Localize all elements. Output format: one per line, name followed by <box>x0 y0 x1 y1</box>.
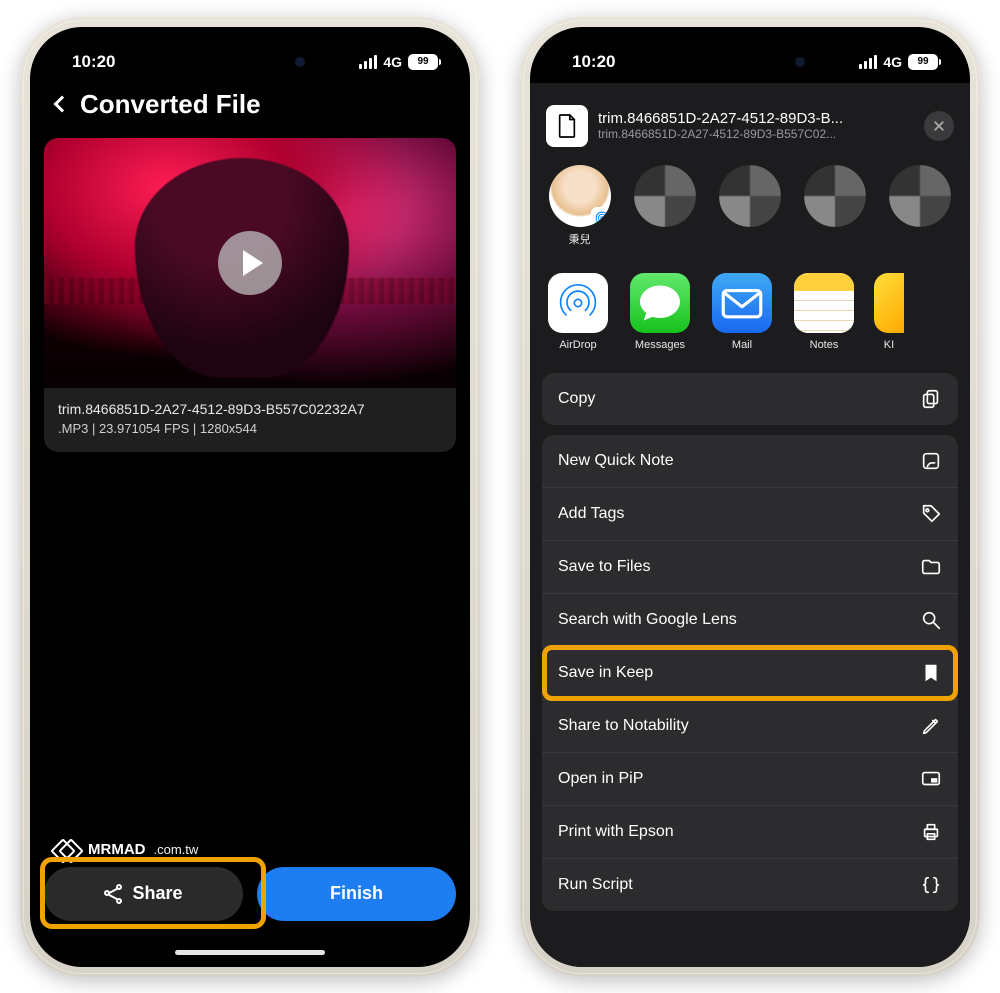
bookmark-icon <box>920 662 942 684</box>
sheet-file-title: trim.8466851D-2A27-4512-89D3-B... <box>598 110 914 127</box>
back-icon[interactable] <box>54 96 71 113</box>
action-google-lens[interactable]: Search with Google Lens <box>542 593 958 646</box>
play-icon[interactable] <box>218 231 282 295</box>
app-icon <box>874 273 904 333</box>
sheet-file-sub: trim.8466851D-2A27-4512-89D3-B557C02... <box>598 127 914 141</box>
action-list: New Quick Note Add Tags Save to Files Se… <box>542 435 958 911</box>
airdrop-contact[interactable]: . <box>631 165 698 247</box>
tag-icon <box>920 503 942 525</box>
action-run-script[interactable]: Run Script <box>542 858 958 911</box>
signal-icon <box>359 55 377 69</box>
action-label: Save to Files <box>558 558 650 576</box>
status-time: 10:20 <box>572 52 615 72</box>
file-meta: .MP3 | 23.971054 FPS | 1280x544 <box>58 420 442 438</box>
share-label: Share <box>132 883 182 904</box>
battery-icon: 99 <box>908 54 938 70</box>
watermark: MRMAD .com.tw <box>54 841 198 859</box>
app-label: AirDrop <box>559 339 596 351</box>
finish-button[interactable]: Finish <box>257 867 456 921</box>
finish-label: Finish <box>330 883 383 904</box>
app-row[interactable]: AirDrop Messages Mail <box>530 261 970 361</box>
printer-icon <box>920 821 942 843</box>
action-label: Add Tags <box>558 505 624 523</box>
battery-icon: 99 <box>408 54 438 70</box>
watermark-brand: MRMAD <box>88 841 146 858</box>
network-label: 4G <box>383 54 402 70</box>
action-label: Copy <box>558 390 595 408</box>
action-save-to-files[interactable]: Save to Files <box>542 540 958 593</box>
braces-icon <box>920 874 942 896</box>
airdrop-contact[interactable]: 秉兒 <box>546 165 613 247</box>
phone-right: 10:20 4G 99 trim.8466851D-2A27-4512-89D3… <box>520 17 980 977</box>
share-sheet: trim.8466851D-2A27-4512-89D3-B... trim.8… <box>530 83 970 967</box>
action-label: Save in Keep <box>558 664 653 682</box>
dynamic-island <box>185 43 315 81</box>
action-add-tags[interactable]: Add Tags <box>542 487 958 540</box>
share-button[interactable]: Share <box>44 867 243 921</box>
signal-icon <box>859 55 877 69</box>
screen-right: 10:20 4G 99 trim.8466851D-2A27-4512-89D3… <box>530 27 970 967</box>
app-label: Messages <box>635 339 685 351</box>
avatar <box>549 165 611 227</box>
app-airdrop[interactable]: AirDrop <box>546 273 610 351</box>
airdrop-contact[interactable]: . <box>802 165 869 247</box>
app-more[interactable]: KI <box>874 273 904 351</box>
pencil-icon <box>920 715 942 737</box>
app-notes[interactable]: Notes <box>792 273 856 351</box>
action-save-in-keep[interactable]: Save in Keep <box>542 646 958 699</box>
action-open-pip[interactable]: Open in PiP <box>542 752 958 805</box>
action-label: Search with Google Lens <box>558 611 737 629</box>
app-messages[interactable]: Messages <box>628 273 692 351</box>
share-icon <box>104 885 122 903</box>
action-label: Run Script <box>558 876 633 894</box>
page-title: Converted File <box>80 89 261 120</box>
page-header: Converted File <box>30 83 470 132</box>
action-label: New Quick Note <box>558 452 674 470</box>
action-label: Print with Epson <box>558 823 674 841</box>
screen-left: 10:20 4G 99 Converted File trim.8466851D… <box>30 27 470 967</box>
notes-icon <box>794 273 854 333</box>
status-time: 10:20 <box>72 52 115 72</box>
sheet-header: trim.8466851D-2A27-4512-89D3-B... trim.8… <box>530 83 970 161</box>
contact-name: 秉兒 <box>569 231 591 247</box>
pip-icon <box>920 768 942 790</box>
dynamic-island <box>685 43 815 81</box>
file-name: trim.8466851D-2A27-4512-89D3-B557C02232A… <box>58 400 442 419</box>
home-indicator[interactable] <box>175 950 325 955</box>
action-label: Share to Notability <box>558 717 689 735</box>
action-new-quick-note[interactable]: New Quick Note <box>542 435 958 487</box>
note-icon <box>920 450 942 472</box>
app-mail[interactable]: Mail <box>710 273 774 351</box>
mail-icon <box>712 273 772 333</box>
app-label: Mail <box>732 339 752 351</box>
file-card: trim.8466851D-2A27-4512-89D3-B557C02232A… <box>44 138 456 452</box>
action-copy[interactable]: Copy <box>542 373 958 425</box>
action-print-epson[interactable]: Print with Epson <box>542 805 958 858</box>
action-label: Open in PiP <box>558 770 643 788</box>
app-label: Notes <box>810 339 839 351</box>
close-button[interactable] <box>924 111 954 141</box>
copy-icon <box>920 388 942 410</box>
watermark-domain: .com.tw <box>154 842 199 857</box>
action-share-notability[interactable]: Share to Notability <box>542 699 958 752</box>
document-icon <box>546 105 588 147</box>
airdrop-people-row[interactable]: 秉兒 . . . . <box>530 161 970 261</box>
network-label: 4G <box>883 54 902 70</box>
video-thumbnail[interactable] <box>44 138 456 388</box>
folder-icon <box>920 556 942 578</box>
watermark-icon <box>54 841 80 859</box>
messages-icon <box>630 273 690 333</box>
airdrop-badge-icon <box>591 207 611 227</box>
phone-left: 10:20 4G 99 Converted File trim.8466851D… <box>20 17 480 977</box>
action-group-copy: Copy <box>542 373 958 425</box>
airdrop-contact[interactable]: . <box>887 165 954 247</box>
search-icon <box>920 609 942 631</box>
airdrop-contact[interactable]: . <box>716 165 783 247</box>
airdrop-icon <box>548 273 608 333</box>
app-label: KI <box>884 339 894 351</box>
